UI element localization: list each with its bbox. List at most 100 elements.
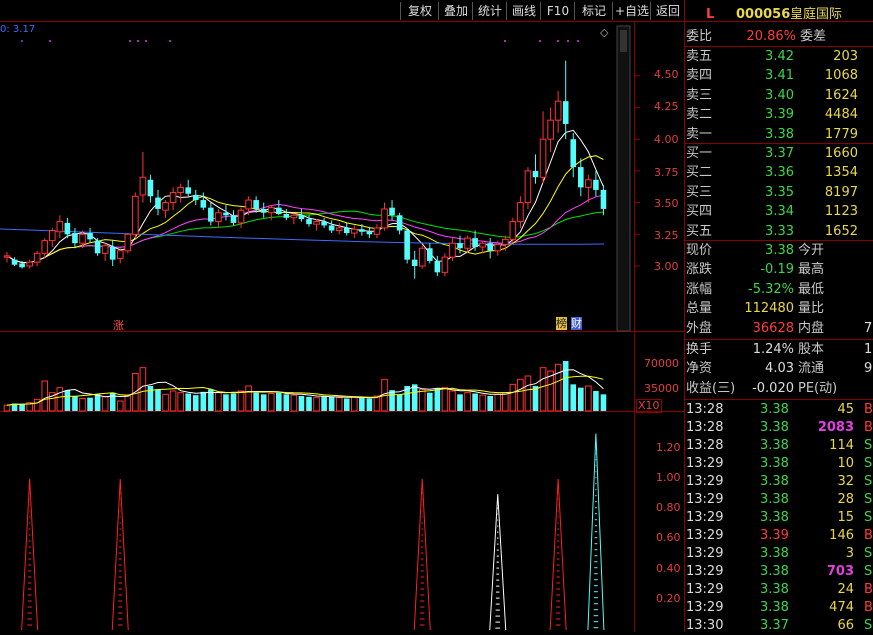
asks-label: 卖一: [686, 126, 713, 142]
f10-button[interactable]: F10: [540, 2, 575, 20]
asks-price[interactable]: 3.40: [746, 87, 794, 105]
tick-time: 13:28: [686, 402, 724, 417]
volume-bar: [351, 396, 358, 412]
volume-bar: [578, 387, 584, 411]
candle-body: [359, 229, 365, 232]
volume-bar: [321, 396, 327, 411]
stat-label: 净资: [686, 361, 713, 377]
axis-tick: 70000: [644, 357, 679, 370]
mark-button[interactable]: 标记: [574, 2, 613, 20]
marker-dot: [21, 40, 23, 42]
tick-side: S: [864, 438, 873, 453]
asks-price[interactable]: 3.42: [746, 48, 794, 66]
volume-bar: [139, 367, 147, 412]
marker-dot: [169, 40, 171, 42]
stat-value: 7: [864, 320, 873, 336]
stat-value: 3.38: [765, 243, 794, 258]
tick-price: 3.38: [760, 492, 789, 507]
stats-button[interactable]: 统计: [472, 2, 507, 20]
candle-body: [79, 233, 86, 244]
volume-bar: [441, 387, 449, 412]
volume-bar: [64, 390, 71, 411]
candle-body: [343, 227, 350, 234]
volume-bar: [509, 383, 517, 412]
draw-line-button[interactable]: 画线: [506, 2, 541, 20]
cai-marker[interactable]: 财: [571, 317, 582, 330]
asks-volume: 4484: [824, 107, 858, 123]
stat-label: 外盘: [686, 320, 713, 336]
weibi-value: 20.86%: [746, 29, 796, 44]
scrollbar[interactable]: [616, 25, 631, 332]
volume-bar: [192, 395, 199, 411]
asks-price[interactable]: 3.39: [746, 106, 794, 124]
zhang-marker[interactable]: 涨: [113, 317, 124, 333]
bids-price[interactable]: 3.36: [746, 164, 794, 182]
volume-bar: [389, 390, 395, 411]
tick-price: 3.38: [760, 564, 789, 579]
tick-volume: 114: [829, 438, 854, 453]
candle-body: [116, 250, 124, 259]
candle-body: [109, 246, 116, 260]
candle-body: [578, 167, 584, 188]
candle-body: [215, 212, 222, 223]
tick-time: 13:29: [686, 456, 724, 471]
volume-bar: [335, 397, 343, 412]
candle-body: [185, 187, 191, 194]
candle-body: [427, 248, 433, 261]
scrollbar-thumb[interactable]: [620, 30, 627, 52]
add-watchlist-button[interactable]: +自选: [612, 2, 651, 20]
asks-label: 卖四: [686, 68, 713, 84]
tick-volume: 45: [837, 402, 854, 417]
candle-body: [532, 170, 539, 178]
candle-body: [418, 247, 426, 267]
asks-price[interactable]: 3.41: [746, 67, 794, 85]
candle-body: [509, 221, 517, 240]
bang-marker[interactable]: 榜: [556, 317, 567, 330]
candle-body: [472, 238, 478, 247]
candle-body: [26, 261, 33, 267]
candle-body: [366, 231, 373, 235]
tick-volume: 703: [826, 564, 854, 579]
back-button[interactable]: 返回: [650, 2, 685, 20]
tick-price: 3.38: [760, 420, 789, 435]
candle-body: [208, 207, 214, 222]
stat-value: 9.: [864, 361, 873, 377]
volume-bar: [260, 394, 267, 411]
volume-bar: [223, 394, 229, 411]
volume-bar: [539, 367, 547, 412]
weicha-label: 委差: [800, 29, 827, 44]
candle-body: [524, 170, 532, 204]
candle-body: [132, 195, 139, 235]
asks-price[interactable]: 3.38: [746, 126, 794, 144]
asks-volume: 203: [833, 49, 858, 64]
axis-tick: 3.25: [654, 229, 679, 242]
bids-price[interactable]: 3.37: [746, 145, 794, 163]
axis-tick: 3.00: [654, 260, 679, 273]
asks-volume: 1779: [824, 126, 858, 142]
candle-body: [321, 221, 327, 226]
volume-bar: [290, 394, 298, 412]
bids-price[interactable]: 3.33: [746, 223, 794, 241]
bids-price[interactable]: 3.35: [746, 184, 794, 202]
stat-label: 最高: [798, 262, 825, 278]
volume-bar: [457, 394, 463, 411]
bids-price[interactable]: 3.34: [746, 203, 794, 221]
candle-body: [276, 207, 282, 215]
fuquan-button[interactable]: 复权: [400, 2, 439, 20]
weibi-label: 委比: [686, 29, 713, 44]
axis-tick: 3.50: [654, 197, 679, 210]
stat-value: 112480: [744, 301, 794, 317]
overlay-button[interactable]: 叠加: [438, 2, 473, 20]
stat-value: 1.24%: [752, 342, 794, 357]
volume-bar: [494, 393, 502, 412]
volume-bar: [434, 388, 441, 411]
candle-body: [260, 208, 267, 213]
volume-bar: [487, 396, 493, 411]
tick-price: 3.38: [760, 546, 789, 561]
tick-price: 3.38: [760, 402, 789, 417]
candle-body: [457, 243, 463, 249]
bids-label: 买四: [686, 204, 713, 220]
tick-volume: 474: [829, 600, 854, 615]
marker-dot: [504, 40, 506, 42]
volume-bar: [253, 392, 259, 411]
